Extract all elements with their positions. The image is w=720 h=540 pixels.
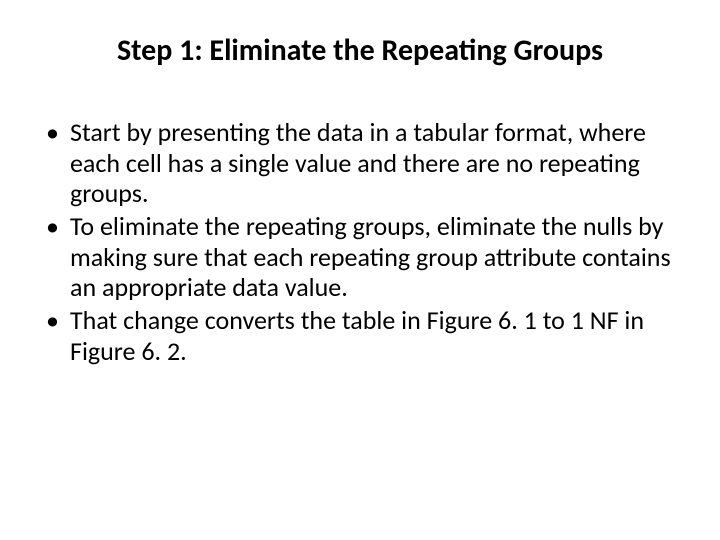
slide-title: Step 1: Eliminate the Repeating Groups: [36, 32, 684, 69]
slide: Step 1: Eliminate the Repeating Groups S…: [0, 0, 720, 540]
list-item: That change converts the table in Figure…: [42, 305, 678, 366]
list-item: To eliminate the repeating groups, elimi…: [42, 211, 678, 303]
slide-body: Start by presenting the data in a tabula…: [36, 117, 684, 366]
bullet-list: Start by presenting the data in a tabula…: [42, 117, 678, 366]
list-item: Start by presenting the data in a tabula…: [42, 117, 678, 209]
